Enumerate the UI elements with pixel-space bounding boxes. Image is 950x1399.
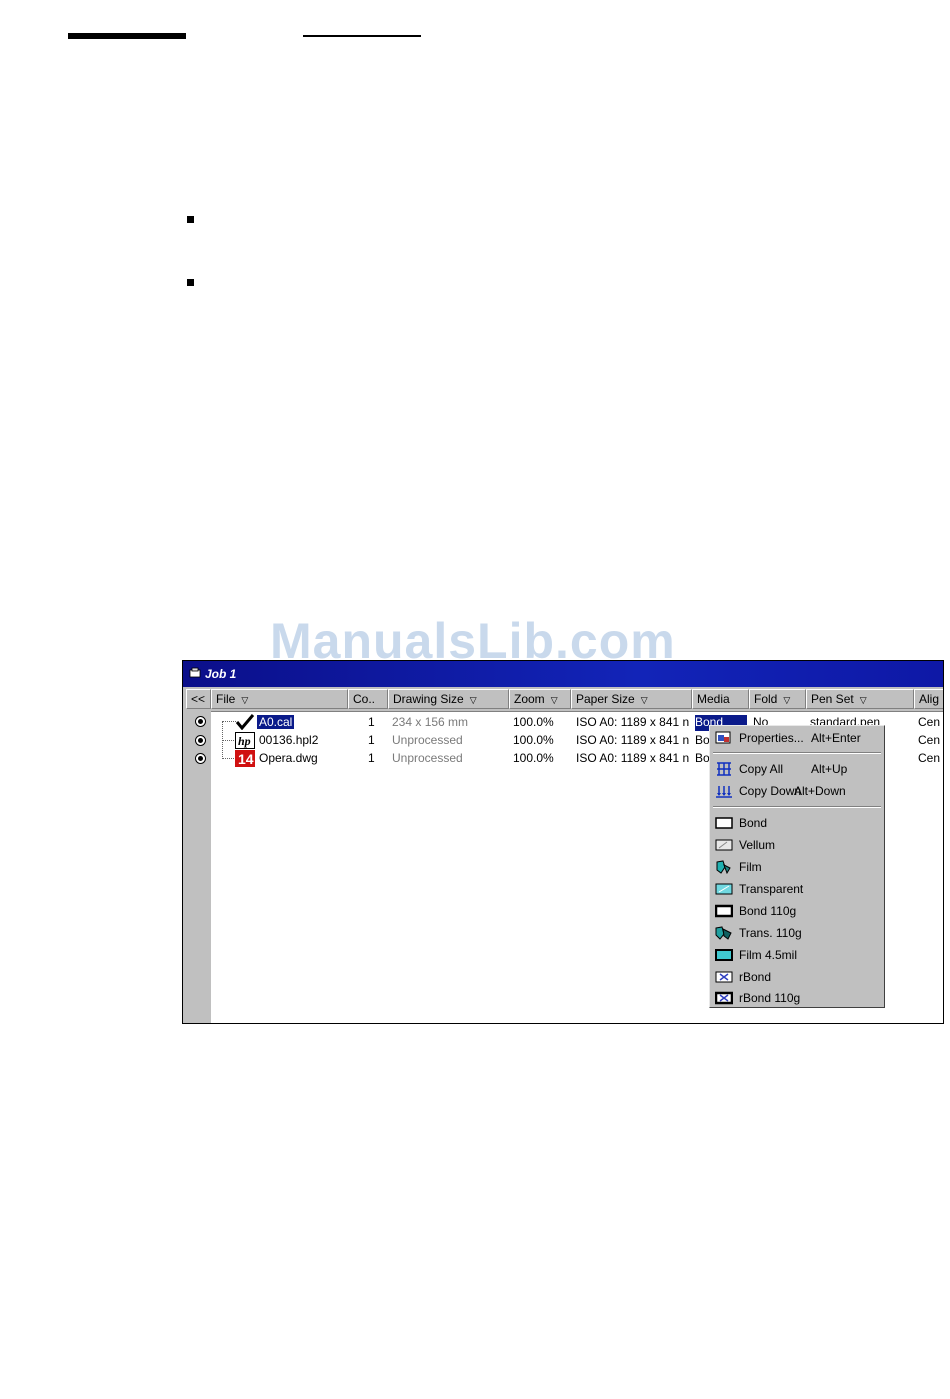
column-header-row: << File ▽ Co.. Drawing Size ▽ Zoom ▽ Paper …: [183, 689, 943, 709]
svg-text:hp: hp: [238, 734, 251, 748]
vellum-media-icon: [715, 839, 733, 851]
tree-line: [222, 721, 236, 722]
sort-arrow-icon: ▽: [241, 695, 249, 705]
bullet-2: [187, 279, 194, 286]
copy-down-icon: [716, 786, 732, 798]
column-header-align[interactable]: Alig: [914, 689, 943, 709]
sort-arrow-icon: ▽: [550, 695, 558, 705]
column-header-copies[interactable]: Co..: [348, 689, 388, 709]
job-icon: [189, 667, 201, 678]
drawing-size-cell[interactable]: 234 x 156 mm: [392, 715, 468, 729]
zoom-cell[interactable]: 100.0%: [513, 733, 554, 747]
rbond-110g-media-icon: [715, 991, 733, 1005]
paper-size-cell[interactable]: ISO A0: 1189 x 841 n: [576, 733, 689, 747]
bullet-1: [187, 216, 194, 223]
menu-item-copy-down[interactable]: Copy Down Alt+Down: [710, 781, 884, 801]
bond-110g-media-icon: [715, 904, 733, 918]
collapse-columns-button[interactable]: <<: [186, 689, 211, 709]
copies-cell[interactable]: 1: [368, 751, 375, 765]
zoom-cell[interactable]: 100.0%: [513, 751, 554, 765]
paper-size-cell[interactable]: ISO A0: 1189 x 841 n: [576, 715, 689, 729]
film-media-icon: [716, 860, 731, 874]
trans-110g-media-icon: [715, 926, 732, 940]
column-header-media[interactable]: Media: [692, 689, 749, 709]
align-cell[interactable]: Cen: [918, 715, 940, 729]
menu-item-film[interactable]: Film: [710, 857, 884, 877]
dwg-icon: 14: [235, 750, 255, 767]
file-name-cell[interactable]: A0.cal: [257, 715, 295, 729]
drawing-size-cell[interactable]: Unprocessed: [392, 733, 463, 747]
sort-arrow-icon: ▽: [640, 695, 648, 705]
media-context-menu: Properties... Alt+Enter Copy All Alt+Up …: [709, 725, 885, 1008]
film-45mil-media-icon: [715, 949, 733, 961]
copies-cell[interactable]: 1: [368, 733, 375, 747]
title-bar[interactable]: Job 1: [183, 661, 943, 687]
column-header-zoom[interactable]: Zoom ▽: [509, 689, 571, 709]
sort-arrow-icon: ▽: [783, 695, 791, 705]
check-icon: [235, 714, 255, 730]
column-header-fold[interactable]: Fold ▽: [749, 689, 806, 709]
row-select-radio[interactable]: [195, 735, 206, 746]
media-cell[interactable]: Bo: [695, 733, 710, 747]
rbond-media-icon: [715, 971, 733, 983]
menu-item-trans-110g[interactable]: Trans. 110g: [710, 923, 884, 943]
hp-icon: hp: [235, 732, 255, 749]
drawing-size-cell[interactable]: Unprocessed: [392, 751, 463, 765]
bond-media-icon: [715, 817, 733, 829]
menu-item-bond-110g[interactable]: Bond 110g: [710, 901, 884, 921]
row-select-radio[interactable]: [195, 716, 206, 727]
file-name-cell[interactable]: 00136.hpl2: [259, 733, 318, 747]
menu-item-rbond-110g[interactable]: rBond 110g: [710, 988, 884, 1008]
menu-item-film-45mil[interactable]: Film 4.5mil: [710, 945, 884, 965]
tree-line: [222, 758, 236, 759]
column-header-file[interactable]: File ▽: [211, 689, 348, 709]
paper-size-cell[interactable]: ISO A0: 1189 x 841 n: [576, 751, 689, 765]
column-header-pen-set[interactable]: Pen Set ▽: [806, 689, 914, 709]
row-select-radio[interactable]: [195, 753, 206, 764]
menu-item-properties[interactable]: Properties... Alt+Enter: [710, 728, 884, 748]
align-cell[interactable]: Cen: [918, 751, 940, 765]
align-cell[interactable]: Cen: [918, 733, 940, 747]
menu-separator: [713, 806, 881, 808]
copies-cell[interactable]: 1: [368, 715, 375, 729]
sort-arrow-icon: ▽: [469, 695, 477, 705]
svg-text:14: 14: [238, 751, 254, 767]
column-header-drawing-size[interactable]: Drawing Size ▽: [388, 689, 509, 709]
header-heavy-rule: [68, 33, 186, 39]
properties-icon: [715, 731, 731, 744]
window-title: Job 1: [205, 667, 237, 681]
menu-item-vellum[interactable]: Vellum: [710, 835, 884, 855]
copy-all-icon: [717, 762, 731, 776]
transparent-media-icon: [715, 883, 733, 895]
menu-item-bond[interactable]: Bond: [710, 813, 884, 833]
file-name-cell[interactable]: Opera.dwg: [259, 751, 318, 765]
media-cell[interactable]: Bo: [695, 751, 710, 765]
menu-separator: [713, 752, 881, 754]
header-thin-rule: [303, 35, 421, 37]
menu-item-rbond[interactable]: rBond: [710, 967, 884, 987]
column-header-paper-size[interactable]: Paper Size ▽: [571, 689, 692, 709]
menu-item-transparent[interactable]: Transparent: [710, 879, 884, 899]
tree-line: [222, 740, 236, 741]
sort-arrow-icon: ▽: [859, 695, 867, 705]
menu-item-copy-all[interactable]: Copy All Alt+Up: [710, 759, 884, 779]
zoom-cell[interactable]: 100.0%: [513, 715, 554, 729]
